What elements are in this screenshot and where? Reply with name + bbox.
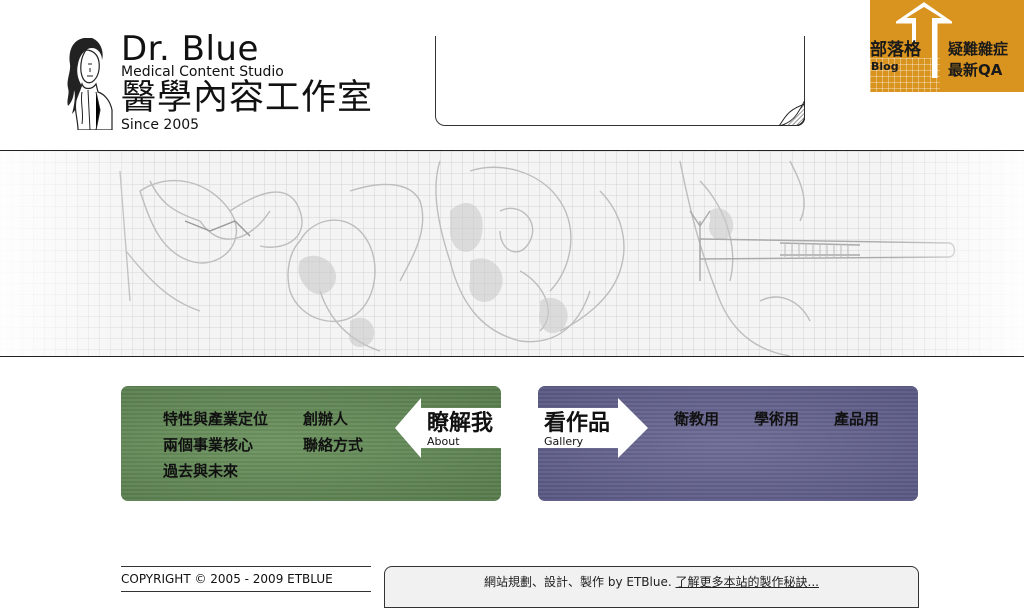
- page-curl-icon: [779, 100, 805, 126]
- about-panel: 特性與產業定位 創辦人 兩個事業核心 聯絡方式 過去與未來 瞭解我 About: [121, 386, 501, 501]
- note-box: [435, 36, 805, 126]
- menu-link-past-future[interactable]: 過去與未來: [163, 462, 238, 480]
- brand-name-cn: 醫學內容工作室: [121, 78, 374, 118]
- credit-more-link[interactable]: 了解更多本站的製作秘訣...: [676, 575, 819, 589]
- about-tag[interactable]: 瞭解我 About: [395, 398, 501, 458]
- site-header: Dr. Blue Medical Content Studio 醫學內容工作室 …: [0, 0, 1024, 150]
- credit-text: 網站規劃、設計、製作 by ETBlue.: [484, 575, 672, 589]
- blog-label-en[interactable]: Blog: [871, 60, 899, 73]
- menu-link-academic[interactable]: 學術用: [754, 410, 799, 428]
- menu-link-health-education[interactable]: 衛教用: [674, 410, 719, 428]
- about-tag-label[interactable]: 瞭解我: [427, 411, 493, 437]
- gallery-tag-label[interactable]: 看作品: [544, 411, 610, 437]
- gallery-panel: 看作品 Gallery 衛教用 學術用 產品用: [538, 386, 918, 501]
- menu-link-business-core[interactable]: 兩個事業核心: [163, 436, 253, 454]
- credit-box: 網站規劃、設計、製作 by ETBlue. 了解更多本站的製作秘訣...: [384, 566, 919, 608]
- blog-label[interactable]: 部落格: [870, 40, 921, 60]
- doctor-portrait-icon: [67, 38, 113, 130]
- anatomy-sketch-banner: [0, 150, 1024, 357]
- gallery-tag-label-en[interactable]: Gallery: [544, 435, 583, 448]
- qa-label-line1[interactable]: 疑難雜症: [948, 40, 1008, 59]
- menu-link-positioning[interactable]: 特性與產業定位: [163, 410, 268, 428]
- blog-qa-badge[interactable]: 部落格 Blog 疑難雜症 最新QA: [870, 0, 1024, 92]
- banner-fade-overlay: [0, 151, 1024, 356]
- menu-link-product[interactable]: 產品用: [834, 410, 879, 428]
- qa-label-line2[interactable]: 最新QA: [948, 61, 1002, 80]
- gallery-tag[interactable]: 看作品 Gallery: [538, 398, 648, 458]
- brand-title: Dr. Blue: [121, 29, 259, 69]
- brand-since: Since 2005: [121, 117, 200, 133]
- menu-link-contact[interactable]: 聯絡方式: [303, 436, 363, 454]
- copyright-text: COPYRIGHT © 2005 - 2009 ETBLUE: [121, 566, 371, 592]
- about-tag-label-en[interactable]: About: [427, 435, 460, 448]
- menu-link-founder[interactable]: 創辦人: [303, 410, 348, 428]
